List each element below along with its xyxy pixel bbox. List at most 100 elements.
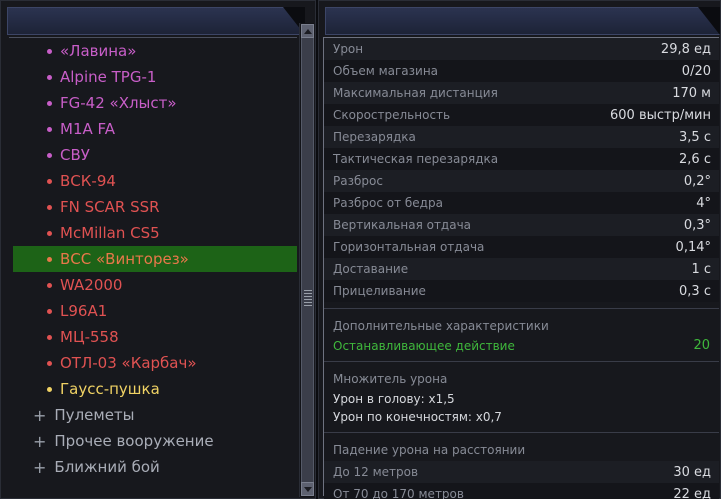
stat-value: 29,8 ед	[660, 41, 711, 57]
stat-label: Доставание	[333, 262, 409, 276]
stat-label: Вертикальная отдача	[333, 218, 472, 232]
item-label: «Лавина»	[60, 42, 137, 60]
plus-icon[interactable]: +	[33, 458, 46, 477]
bullet-icon	[47, 308, 52, 314]
stat-row: Максимальная дистанция 170 м	[324, 82, 719, 104]
stat-row: Разброс от бедра 4°	[324, 192, 719, 214]
item-label: Прочее вооружение	[54, 432, 214, 450]
stat-value: 170 м	[672, 85, 711, 101]
falloff-value: 30 ед	[673, 464, 711, 480]
bullet-icon	[47, 100, 52, 106]
item-label: Ближний бой	[54, 458, 160, 476]
stat-label: Разброс	[333, 174, 383, 188]
stat-value: 2,6 с	[679, 151, 711, 167]
stats-table: Урон 29,8 ед Объем магазина 0/20 Максимальна…	[324, 38, 719, 302]
weapon-item[interactable]: WA2000	[9, 272, 297, 298]
falloff-section: Падение урона на расстоянии	[324, 439, 719, 461]
item-label: L96A1	[60, 302, 108, 320]
weapon-item[interactable]: L96A1	[9, 298, 297, 324]
bullet-icon	[47, 178, 52, 184]
weapon-item[interactable]: M1A FA	[9, 116, 297, 142]
stat-label: Горизонтальная отдача	[333, 240, 485, 254]
bullet-icon	[47, 360, 52, 366]
weapon-item[interactable]: FG-42 «Хлыст»	[9, 90, 297, 116]
weapon-item[interactable]: Alpine TPG-1	[9, 64, 297, 90]
stat-label: Объем магазина	[333, 64, 439, 78]
item-label: ОТЛ-03 «Карбач»	[60, 354, 197, 372]
scroll-grip-icon	[304, 290, 312, 306]
weapon-item[interactable]: ВСК-94	[9, 168, 297, 194]
stopping-power-value: 20	[693, 338, 710, 353]
left-panel-header	[7, 7, 305, 35]
stat-value: 600 выстр/мин	[610, 107, 711, 123]
weapon-item[interactable]: ВСС «Винторез»	[13, 246, 297, 272]
stat-row: Горизонтальная отдача 0,14°	[324, 236, 719, 258]
stat-value: 0,3 с	[679, 283, 711, 299]
multiplier-title: Множитель урона	[333, 372, 448, 386]
falloff-title: Падение урона на расстоянии	[333, 443, 526, 457]
scroll-down-button[interactable]	[301, 482, 314, 496]
limbs-multiplier: Урон по конечностям: x0,7	[333, 410, 502, 424]
weapon-item[interactable]: FN SCAR SSR	[9, 194, 297, 220]
bullet-icon	[47, 48, 52, 54]
stat-value: 1 с	[691, 261, 711, 277]
head-multiplier: Урон в голову: x1,5	[333, 392, 455, 406]
scroll-thumb[interactable]	[301, 31, 314, 485]
extra-title: Дополнительные характеристики	[333, 319, 549, 333]
falloff-label: До 12 метров	[333, 465, 419, 479]
stat-value: 0,2°	[683, 173, 711, 189]
scroll-up-button[interactable]	[301, 24, 314, 38]
item-label: FN SCAR SSR	[60, 198, 160, 216]
stat-label: Урон	[333, 42, 364, 56]
weapon-item[interactable]: МЦ-558	[9, 324, 297, 350]
falloff-label: От 70 до 170 метров	[333, 487, 464, 499]
stat-value: 0,14°	[675, 239, 711, 255]
stat-value: 4°	[696, 195, 711, 211]
plus-icon[interactable]: +	[33, 432, 46, 451]
stat-row: Скорострельность 600 выстр/мин	[324, 104, 719, 126]
category-item[interactable]: + Ближний бой	[9, 454, 297, 480]
stopping-power-row: Останавливающее действие 20	[333, 337, 710, 355]
stat-row: Прицеливание 0,3 с	[324, 280, 719, 302]
weapon-item[interactable]: ОТЛ-03 «Карбач»	[9, 350, 297, 376]
stat-label: Разброс от бедра	[333, 196, 443, 210]
vertical-scrollbar[interactable]	[299, 23, 314, 497]
bullet-icon	[47, 282, 52, 288]
item-label: FG-42 «Хлыст»	[60, 94, 177, 112]
stat-label: Максимальная дистанция	[333, 86, 498, 100]
weapon-item[interactable]: СВУ	[9, 142, 297, 168]
extra-section: Дополнительные характеристики Останавлив…	[324, 315, 719, 355]
stat-row: Урон 29,8 ед	[324, 38, 719, 60]
item-label: Alpine TPG-1	[60, 68, 157, 86]
item-label: СВУ	[60, 146, 90, 164]
falloff-table: До 12 метров 30 ед От 70 до 170 метров 22 е…	[324, 461, 719, 499]
plus-icon[interactable]: +	[33, 406, 46, 425]
weapon-tree: «Лавина» Alpine TPG-1 FG-42 «Хлыст» M1A FA С…	[9, 37, 297, 495]
stat-row: Разброс 0,2°	[324, 170, 719, 192]
stat-value: 0,3°	[683, 217, 711, 233]
stopping-power-label: Останавливающее действие	[333, 339, 515, 353]
stat-label: Тактическая перезарядка	[333, 152, 499, 166]
weapon-item[interactable]: Гаусс-пушка	[9, 376, 297, 402]
stat-row: Доставание 1 с	[324, 258, 719, 280]
bullet-icon	[47, 230, 52, 236]
right-panel-header	[325, 7, 720, 35]
stat-value: 0/20	[681, 63, 711, 79]
item-label: Пулеметы	[54, 406, 135, 424]
item-label: Гаусс-пушка	[60, 380, 160, 398]
bullet-icon	[47, 386, 52, 392]
category-item[interactable]: + Прочее вооружение	[9, 428, 297, 454]
stat-row: Тактическая перезарядка 2,6 с	[324, 148, 719, 170]
weapon-stats-panel: Урон 29,8 ед Объем магазина 0/20 Максимальна…	[318, 0, 721, 499]
stat-label: Перезарядка	[333, 130, 416, 144]
bullet-icon	[47, 152, 52, 158]
weapon-item[interactable]: McMillan CS5	[9, 220, 297, 246]
item-label: M1A FA	[60, 120, 116, 138]
bullet-icon	[47, 126, 52, 132]
category-item[interactable]: + Пулеметы	[9, 402, 297, 428]
weapon-item[interactable]: «Лавина»	[9, 38, 297, 64]
stat-label: Скорострельность	[333, 108, 451, 122]
divider	[324, 308, 719, 309]
multiplier-section: Множитель урона Урон в голову: x1,5 Урон…	[324, 368, 719, 426]
item-label: МЦ-558	[60, 328, 119, 346]
